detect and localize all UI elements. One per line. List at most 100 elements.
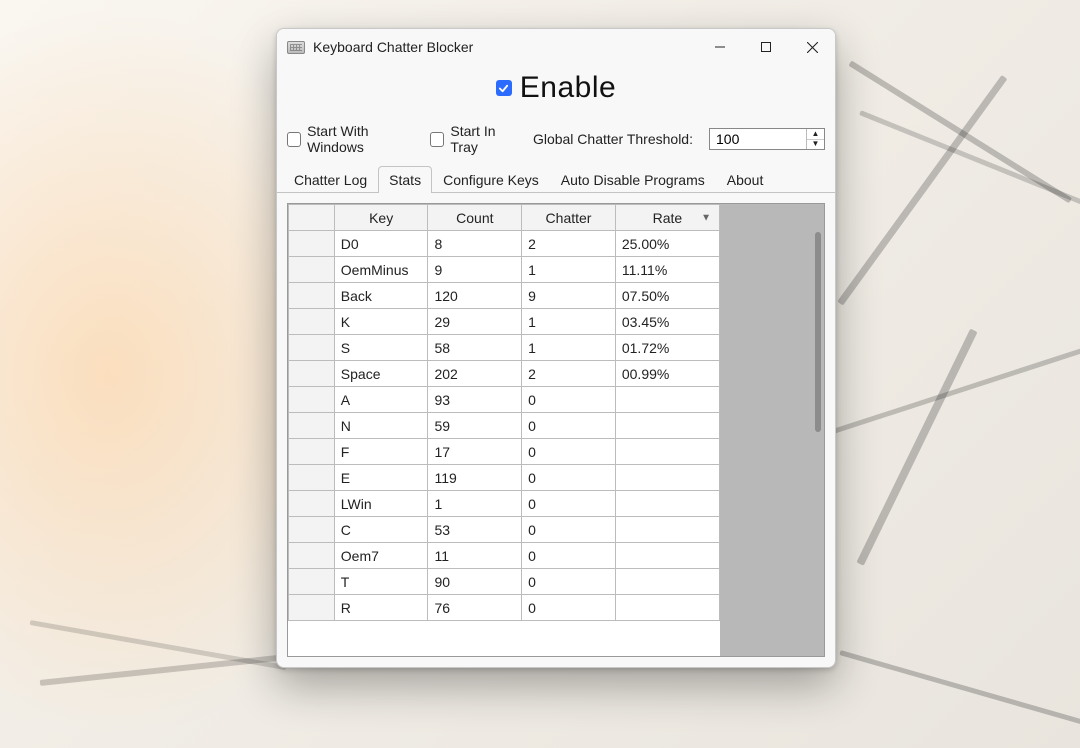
- cell-chatter[interactable]: 2: [522, 231, 616, 257]
- cell-count[interactable]: 93: [428, 387, 522, 413]
- table-row[interactable]: OemMinus9111.11%: [289, 257, 720, 283]
- start-in-tray-checkbox[interactable]: Start In Tray: [430, 123, 521, 155]
- row-header[interactable]: [289, 309, 335, 335]
- cell-rate[interactable]: [615, 517, 719, 543]
- cell-key[interactable]: F: [334, 439, 428, 465]
- table-row[interactable]: Space202200.99%: [289, 361, 720, 387]
- cell-rate[interactable]: [615, 387, 719, 413]
- row-header[interactable]: [289, 543, 335, 569]
- row-header[interactable]: [289, 569, 335, 595]
- cell-count[interactable]: 53: [428, 517, 522, 543]
- cell-count[interactable]: 1: [428, 491, 522, 517]
- cell-rate[interactable]: [615, 543, 719, 569]
- cell-chatter[interactable]: 2: [522, 361, 616, 387]
- cell-chatter[interactable]: 0: [522, 569, 616, 595]
- row-header[interactable]: [289, 335, 335, 361]
- row-header[interactable]: [289, 283, 335, 309]
- tab-about[interactable]: About: [716, 166, 775, 193]
- table-row[interactable]: R760: [289, 595, 720, 621]
- cell-rate[interactable]: 01.72%: [615, 335, 719, 361]
- table-row[interactable]: LWin10: [289, 491, 720, 517]
- spinner-up-button[interactable]: ▲: [807, 129, 824, 140]
- cell-chatter[interactable]: 0: [522, 439, 616, 465]
- tab-auto-disable-programs[interactable]: Auto Disable Programs: [550, 166, 716, 193]
- cell-key[interactable]: T: [334, 569, 428, 595]
- cell-rate[interactable]: [615, 569, 719, 595]
- row-header[interactable]: [289, 595, 335, 621]
- cell-chatter[interactable]: 1: [522, 309, 616, 335]
- close-button[interactable]: [789, 29, 835, 65]
- minimize-button[interactable]: [697, 29, 743, 65]
- table-row[interactable]: D08225.00%: [289, 231, 720, 257]
- cell-count[interactable]: 8: [428, 231, 522, 257]
- cell-count[interactable]: 9: [428, 257, 522, 283]
- cell-key[interactable]: S: [334, 335, 428, 361]
- cell-key[interactable]: C: [334, 517, 428, 543]
- start-with-windows-checkbox[interactable]: Start With Windows: [287, 123, 420, 155]
- row-header[interactable]: [289, 491, 335, 517]
- table-row[interactable]: K29103.45%: [289, 309, 720, 335]
- cell-chatter[interactable]: 9: [522, 283, 616, 309]
- tab-chatter-log[interactable]: Chatter Log: [283, 166, 378, 193]
- cell-rate[interactable]: 00.99%: [615, 361, 719, 387]
- cell-chatter[interactable]: 1: [522, 257, 616, 283]
- cell-count[interactable]: 90: [428, 569, 522, 595]
- cell-key[interactable]: A: [334, 387, 428, 413]
- cell-count[interactable]: 29: [428, 309, 522, 335]
- cell-key[interactable]: D0: [334, 231, 428, 257]
- col-header-rate[interactable]: Rate: [615, 205, 719, 231]
- global-threshold-spinner[interactable]: ▲ ▼: [709, 128, 825, 150]
- tab-stats[interactable]: Stats: [378, 166, 432, 193]
- table-row[interactable]: Oem7110: [289, 543, 720, 569]
- table-row[interactable]: F170: [289, 439, 720, 465]
- enable-checkbox[interactable]: [496, 80, 512, 96]
- stats-grid-scroll[interactable]: Key Count Chatter Rate D08225.00%OemMinu…: [288, 204, 720, 656]
- cell-count[interactable]: 119: [428, 465, 522, 491]
- cell-chatter[interactable]: 0: [522, 387, 616, 413]
- col-header-chatter[interactable]: Chatter: [522, 205, 616, 231]
- table-row[interactable]: T900: [289, 569, 720, 595]
- row-header[interactable]: [289, 465, 335, 491]
- maximize-button[interactable]: [743, 29, 789, 65]
- spinner-down-button[interactable]: ▼: [807, 140, 824, 150]
- row-header[interactable]: [289, 231, 335, 257]
- row-header[interactable]: [289, 517, 335, 543]
- cell-rate[interactable]: [615, 413, 719, 439]
- table-row[interactable]: A930: [289, 387, 720, 413]
- row-header-corner[interactable]: [289, 205, 335, 231]
- table-row[interactable]: C530: [289, 517, 720, 543]
- cell-key[interactable]: K: [334, 309, 428, 335]
- global-threshold-input[interactable]: [710, 129, 806, 149]
- cell-chatter[interactable]: 1: [522, 335, 616, 361]
- cell-key[interactable]: N: [334, 413, 428, 439]
- cell-count[interactable]: 120: [428, 283, 522, 309]
- cell-rate[interactable]: [615, 439, 719, 465]
- cell-key[interactable]: OemMinus: [334, 257, 428, 283]
- cell-rate[interactable]: [615, 491, 719, 517]
- cell-chatter[interactable]: 0: [522, 517, 616, 543]
- cell-chatter[interactable]: 0: [522, 413, 616, 439]
- titlebar[interactable]: Keyboard Chatter Blocker: [277, 29, 835, 65]
- row-header[interactable]: [289, 361, 335, 387]
- cell-rate[interactable]: 03.45%: [615, 309, 719, 335]
- cell-key[interactable]: R: [334, 595, 428, 621]
- row-header[interactable]: [289, 439, 335, 465]
- cell-rate[interactable]: 07.50%: [615, 283, 719, 309]
- col-header-count[interactable]: Count: [428, 205, 522, 231]
- scrollbar-thumb[interactable]: [815, 232, 821, 432]
- table-row[interactable]: E1190: [289, 465, 720, 491]
- cell-key[interactable]: Space: [334, 361, 428, 387]
- tab-configure-keys[interactable]: Configure Keys: [432, 166, 550, 193]
- cell-count[interactable]: 59: [428, 413, 522, 439]
- cell-key[interactable]: E: [334, 465, 428, 491]
- table-row[interactable]: S58101.72%: [289, 335, 720, 361]
- row-header[interactable]: [289, 257, 335, 283]
- cell-count[interactable]: 17: [428, 439, 522, 465]
- cell-rate[interactable]: [615, 595, 719, 621]
- table-row[interactable]: Back120907.50%: [289, 283, 720, 309]
- table-row[interactable]: N590: [289, 413, 720, 439]
- cell-chatter[interactable]: 0: [522, 543, 616, 569]
- cell-count[interactable]: 202: [428, 361, 522, 387]
- cell-key[interactable]: LWin: [334, 491, 428, 517]
- cell-rate[interactable]: 11.11%: [615, 257, 719, 283]
